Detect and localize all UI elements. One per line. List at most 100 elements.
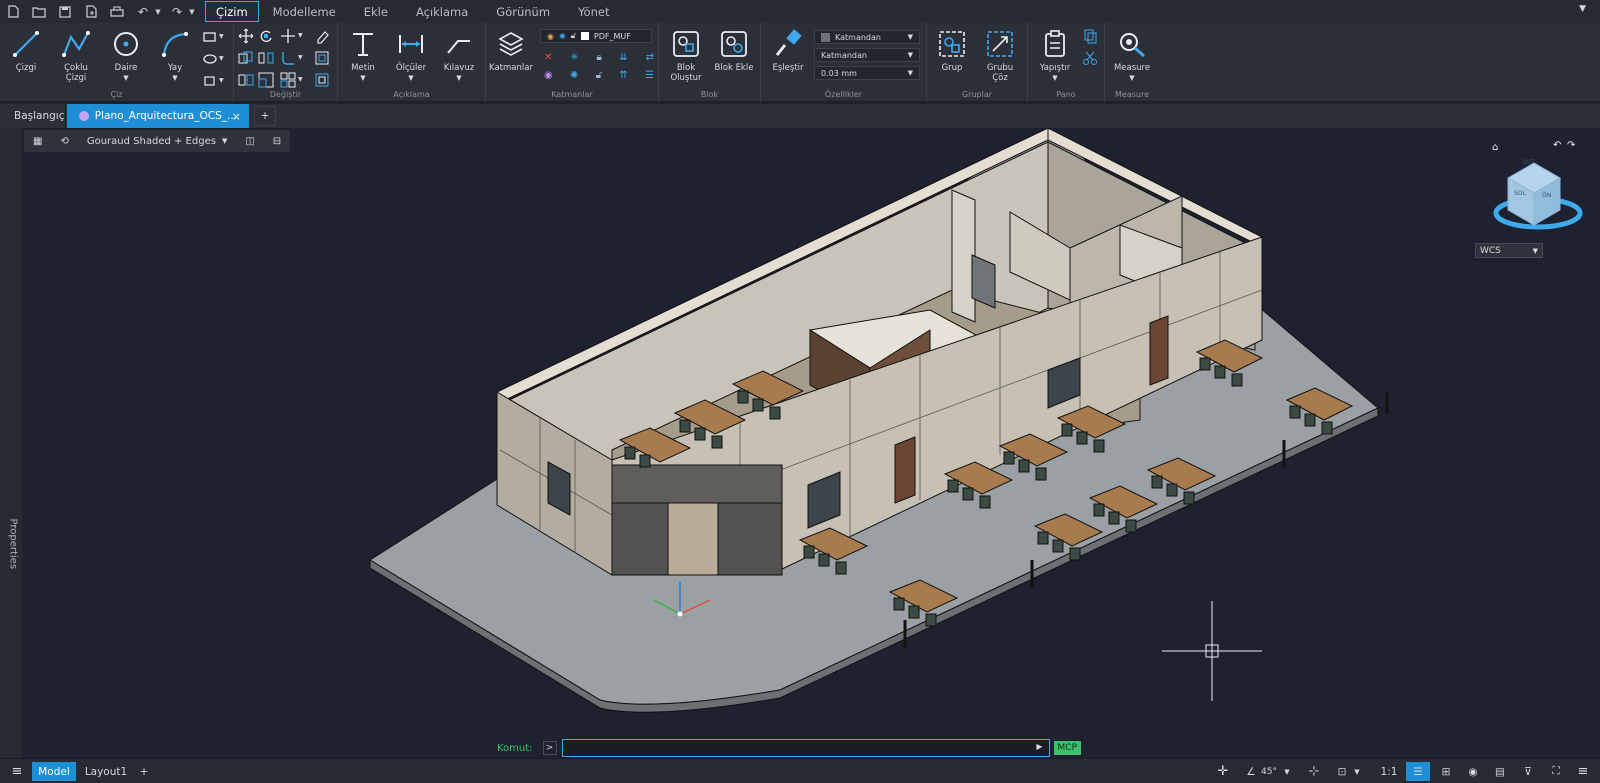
current-layer-dropdown[interactable]: ◉ ✺ 🔓︎ PDF_MUF bbox=[540, 29, 652, 43]
properties-label[interactable]: Properties bbox=[8, 519, 19, 589]
ellipse-icon[interactable] bbox=[202, 51, 218, 67]
close-tab-icon[interactable]: × bbox=[232, 110, 241, 123]
split-horizontal-icon[interactable]: ⊟ bbox=[264, 130, 290, 152]
3d-model-scene[interactable] bbox=[22, 128, 1600, 758]
add-tab-button[interactable]: + bbox=[254, 106, 276, 126]
layer-off-icon[interactable]: ✕ bbox=[544, 52, 552, 63]
create-block-button[interactable]: Blok Oluştur bbox=[663, 29, 709, 83]
print-icon[interactable] bbox=[107, 2, 127, 22]
menu-tab-ekle[interactable]: Ekle bbox=[350, 1, 402, 22]
array-icon[interactable] bbox=[280, 72, 296, 88]
color-dropdown[interactable]: Katmandan ▼ bbox=[814, 30, 920, 44]
ungroup-button[interactable]: Grubu Çöz bbox=[977, 29, 1023, 83]
trim-dropdown-icon[interactable]: ▼ bbox=[298, 32, 303, 39]
tab-active-drawing[interactable]: Plano_Arquitectura_OCS_... × bbox=[67, 104, 249, 128]
viewcube-top-label[interactable]: ÜST bbox=[1522, 159, 1534, 166]
hatch-icon[interactable] bbox=[202, 73, 218, 89]
save-as-icon[interactable] bbox=[81, 2, 101, 22]
leader-button[interactable]: Kılavuz ▼ bbox=[436, 29, 482, 83]
notes-icon[interactable]: ▤ bbox=[1490, 762, 1510, 781]
viewport-grid-icon[interactable]: ▦ bbox=[24, 130, 51, 152]
line-button[interactable]: Çizgi bbox=[3, 29, 49, 73]
hatch-dropdown-icon[interactable]: ▼ bbox=[219, 77, 224, 84]
measure-button[interactable]: Measure ▼ bbox=[1109, 29, 1155, 83]
move-icon[interactable] bbox=[238, 28, 254, 44]
layer-lock-icon[interactable]: 🔒︎ bbox=[596, 52, 601, 63]
circle-button[interactable]: Daire ▼ bbox=[103, 29, 149, 83]
erase-icon[interactable] bbox=[314, 28, 330, 44]
layer-match-icon[interactable]: ⇊ bbox=[619, 52, 627, 63]
fillet-dropdown-icon[interactable]: ▼ bbox=[298, 54, 303, 61]
layer-list-icon[interactable]: ⊞ bbox=[1436, 762, 1456, 781]
array-dropdown-icon[interactable]: ▼ bbox=[298, 76, 303, 83]
new-icon[interactable] bbox=[3, 2, 23, 22]
layer-isolate-icon[interactable]: ⇄ bbox=[646, 52, 654, 63]
properties-toggle-icon[interactable]: ☰ bbox=[1406, 762, 1430, 781]
annotation-scale[interactable]: 1:1 bbox=[1378, 762, 1400, 781]
arc-button[interactable]: Yay ▼ bbox=[152, 29, 198, 83]
filter-icon[interactable]: ⊽ bbox=[1518, 762, 1538, 781]
snap-cursor-icon[interactable]: ✛ bbox=[1214, 762, 1232, 781]
menu-icon[interactable]: ≡ bbox=[8, 762, 26, 781]
linetype-dropdown[interactable]: Katmandan ▼ bbox=[814, 48, 920, 62]
layer-thaw-icon[interactable]: ✺ bbox=[570, 70, 578, 81]
home-view-icon[interactable]: ⌂ bbox=[1492, 142, 1498, 153]
trim-icon[interactable] bbox=[280, 28, 296, 44]
menu-tab-cizim[interactable]: Çizim bbox=[205, 1, 259, 22]
wcs-dropdown[interactable]: WCS ▼ bbox=[1475, 243, 1543, 258]
draw-more-dropdown-icon[interactable]: ▼ bbox=[219, 33, 224, 40]
menu-tab-aciklama[interactable]: Açıklama bbox=[402, 1, 482, 22]
customize-menu-icon[interactable]: ≡ bbox=[1573, 762, 1593, 781]
command-submit-icon[interactable]: ▶ bbox=[1036, 742, 1042, 751]
insert-block-button[interactable]: Blok Ekle bbox=[711, 29, 757, 73]
menu-tab-yonet[interactable]: Yönet bbox=[564, 1, 623, 22]
layer-on-icon[interactable]: ◉ bbox=[544, 70, 553, 81]
rotate-icon[interactable] bbox=[258, 28, 274, 44]
model-viewport[interactable]: ⌂ ↶ ↷ ÜST SOL ÖN WCS ▼ bbox=[22, 128, 1600, 758]
polar-angle-caret[interactable]: ▼ bbox=[1282, 762, 1292, 781]
viewcube-left-label[interactable]: SOL bbox=[1514, 190, 1526, 197]
viewcube[interactable] bbox=[1493, 162, 1583, 230]
dimensions-button[interactable]: Ölçüler ▼ bbox=[388, 29, 434, 83]
layers-button[interactable]: Katmanlar bbox=[488, 29, 534, 73]
fillet-icon[interactable] bbox=[280, 50, 296, 66]
layer-unlock-icon[interactable]: 🔓︎ bbox=[596, 70, 602, 81]
collapse-ribbon-icon[interactable]: ▼ bbox=[1579, 4, 1586, 14]
polar-angle-value[interactable]: 45° bbox=[1258, 762, 1280, 781]
visibility-icon[interactable]: ◉ bbox=[1463, 762, 1483, 781]
menu-tab-gorunum[interactable]: Görünüm bbox=[482, 1, 564, 22]
command-input[interactable]: ▶ bbox=[561, 739, 1050, 757]
viewcube-front-label[interactable]: ÖN bbox=[1542, 192, 1551, 199]
layer-walk-icon[interactable]: ☰ bbox=[645, 70, 654, 81]
copy-icon[interactable] bbox=[238, 50, 254, 66]
viewport-view-icon[interactable]: ⟲ bbox=[51, 130, 77, 152]
object-snap-icon[interactable]: ⊡ bbox=[1334, 762, 1350, 781]
command-prompt-button[interactable]: > bbox=[542, 741, 557, 755]
mirror-icon[interactable] bbox=[258, 50, 274, 66]
polyline-button[interactable]: Çoklu Çizgi bbox=[53, 29, 99, 83]
menu-tab-modelleme[interactable]: Modelleme bbox=[259, 1, 350, 22]
undo-dropdown-icon[interactable]: ▼ bbox=[153, 2, 163, 22]
lineweight-dropdown[interactable]: 0.03 mm ▼ bbox=[814, 66, 920, 80]
layer-previous-icon[interactable]: ⇈ bbox=[619, 70, 627, 81]
offset-icon[interactable] bbox=[314, 50, 330, 66]
redo-icon[interactable]: ↷ bbox=[167, 2, 187, 22]
group-button[interactable]: Grup bbox=[929, 29, 975, 73]
viewcube-undo-icon[interactable]: ↶ bbox=[1553, 140, 1561, 151]
explode-icon[interactable] bbox=[314, 72, 330, 88]
tab-model[interactable]: Model bbox=[32, 762, 76, 781]
rectangle-icon[interactable] bbox=[202, 29, 218, 45]
fullscreen-icon[interactable]: ⛶ bbox=[1546, 762, 1566, 781]
undo-icon[interactable]: ↶ bbox=[133, 2, 153, 22]
scale-icon[interactable] bbox=[258, 72, 274, 88]
paste-button[interactable]: Yapıştır ▼ bbox=[1032, 29, 1078, 83]
tab-start[interactable]: Başlangıç bbox=[2, 104, 66, 128]
tab-layout1[interactable]: Layout1 bbox=[84, 762, 128, 781]
split-vertical-icon[interactable]: ◫ bbox=[236, 130, 263, 152]
properties-side-strip[interactable]: Properties bbox=[0, 128, 22, 758]
layer-freeze-icon[interactable]: ✳ bbox=[570, 52, 578, 63]
save-icon[interactable] bbox=[55, 2, 75, 22]
copy-clip-icon[interactable] bbox=[1082, 28, 1098, 44]
match-properties-button[interactable]: Eşleştir bbox=[765, 29, 811, 73]
cut-icon[interactable] bbox=[1082, 50, 1098, 66]
